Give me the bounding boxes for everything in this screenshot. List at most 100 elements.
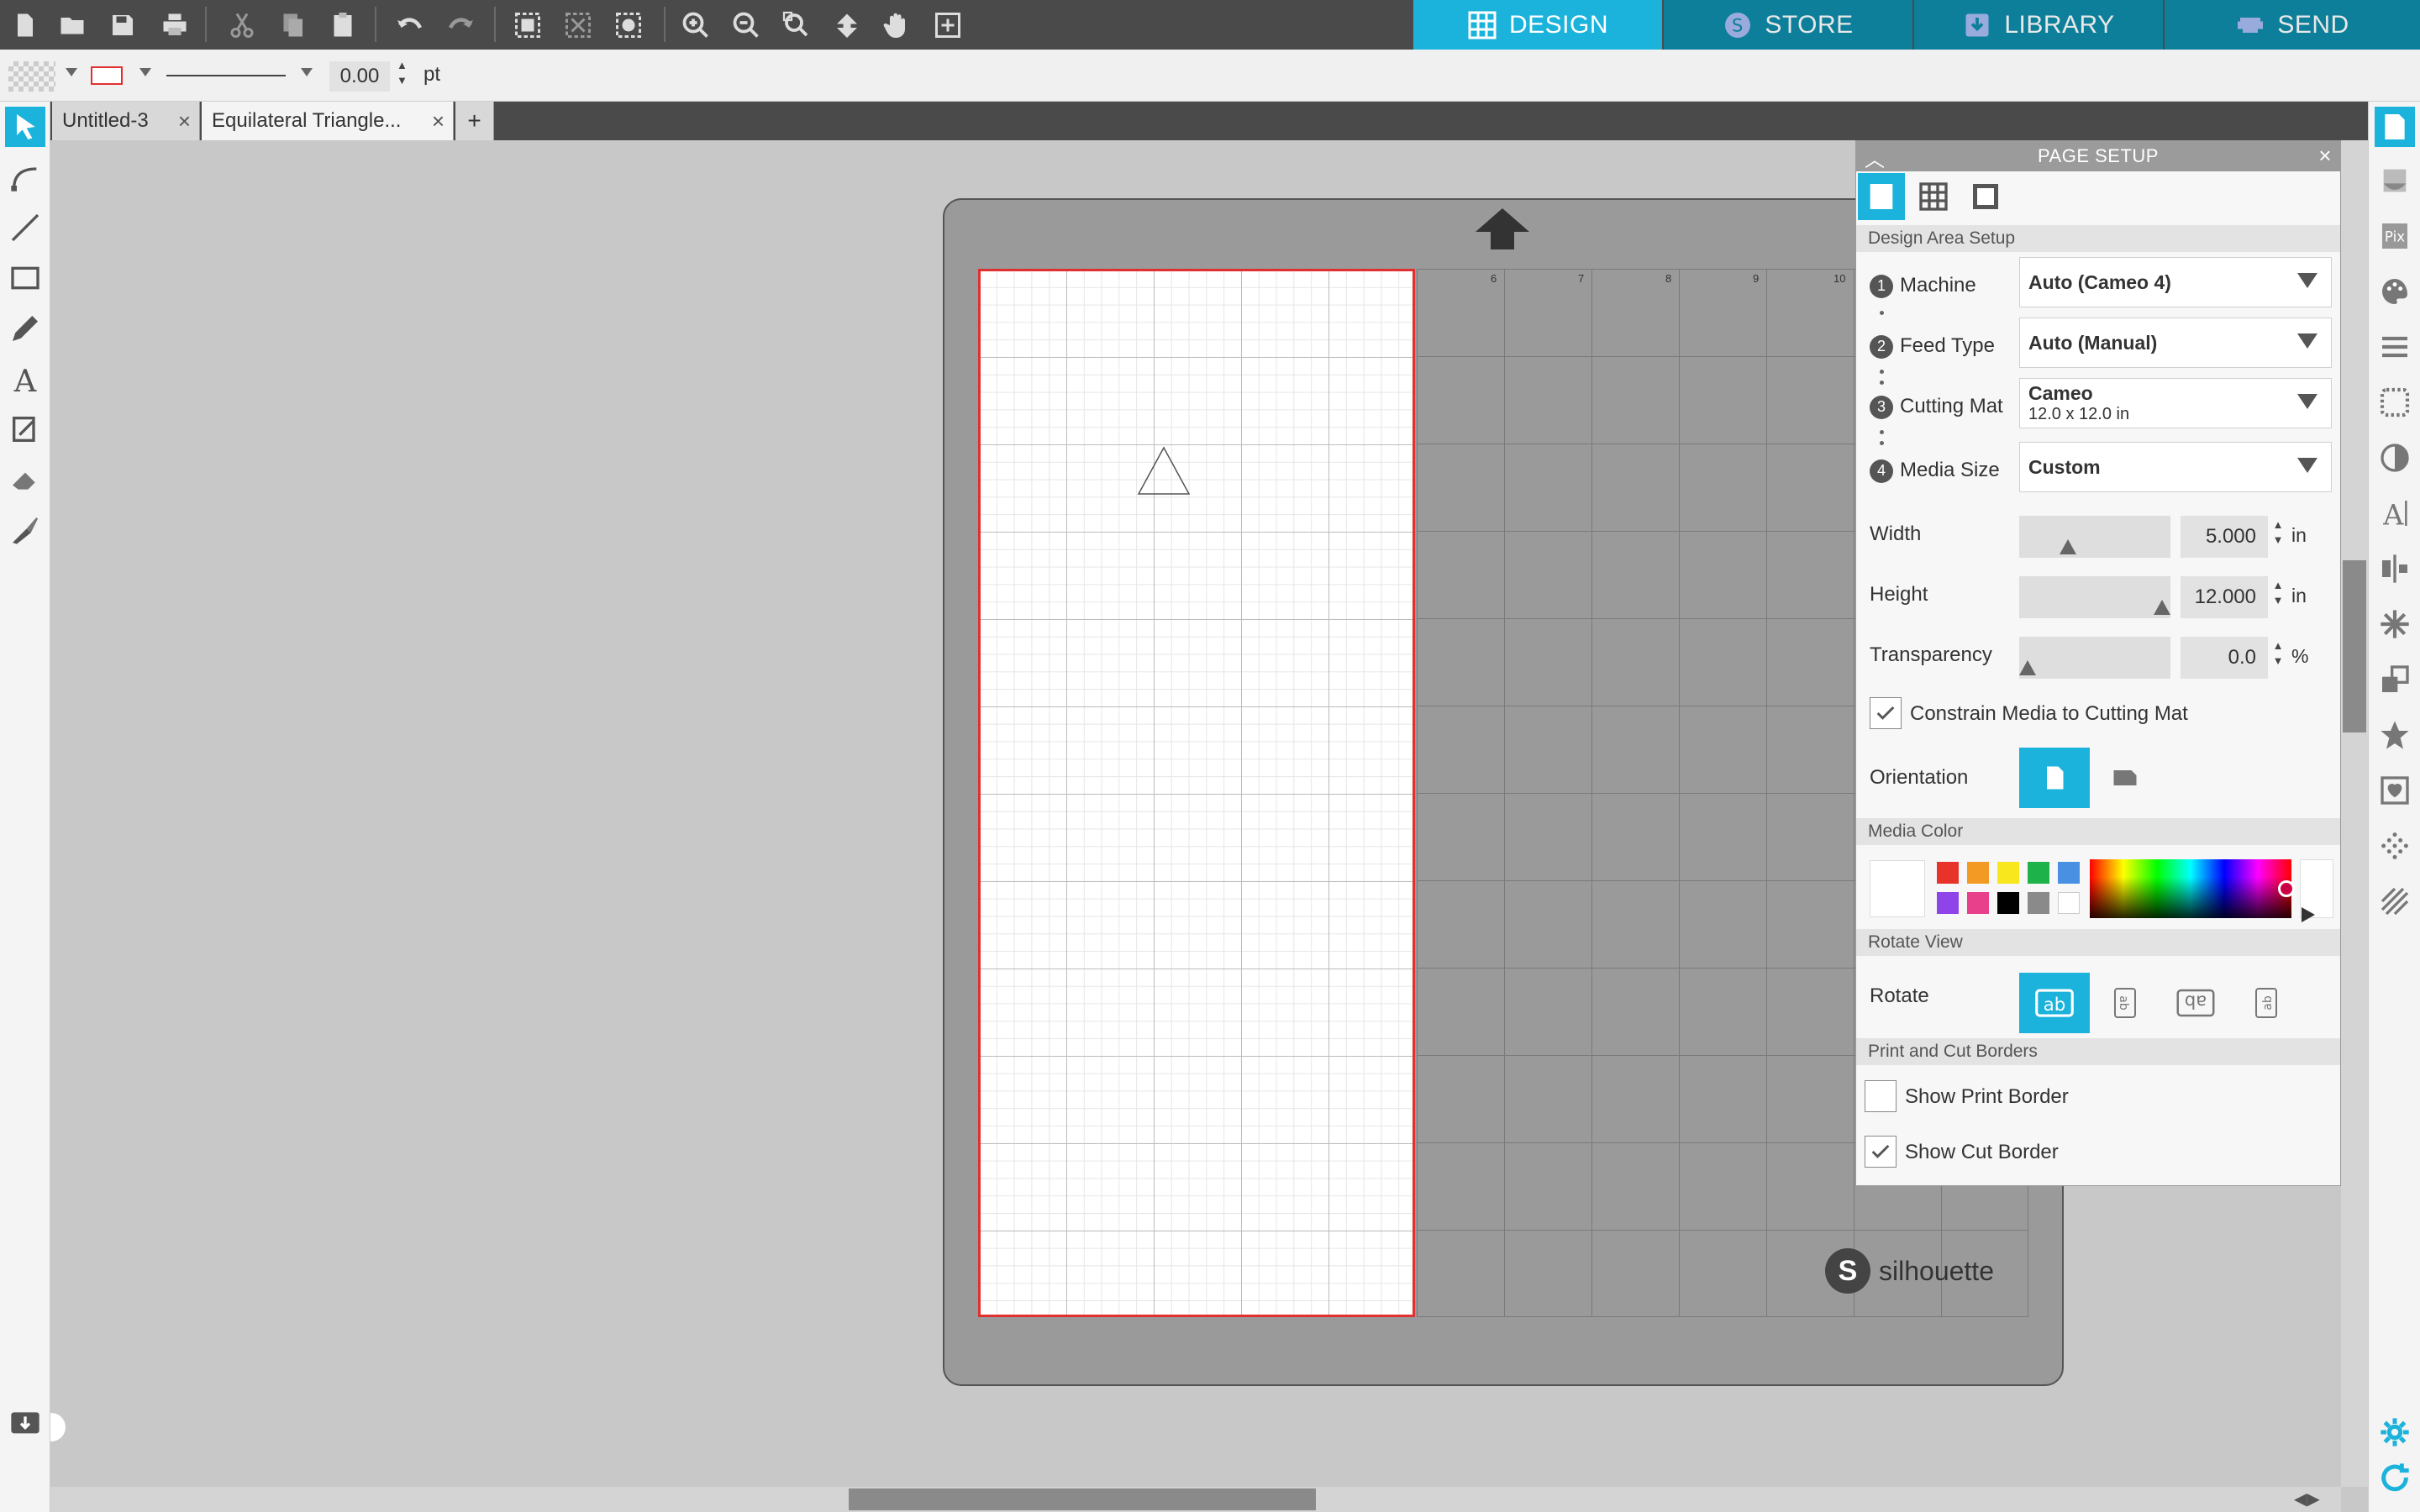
width-input[interactable]: 5.000 (2181, 516, 2268, 558)
feed-type-dropdown[interactable]: Auto (Manual) (2019, 318, 2332, 368)
height-input[interactable]: 12.000 (2181, 576, 2268, 618)
line-tool-icon[interactable] (5, 207, 45, 248)
slider-knob[interactable] (2154, 600, 2170, 615)
vertical-scrollbar[interactable] (2341, 140, 2368, 1487)
color-swatch[interactable] (1997, 862, 2019, 884)
dotted-pattern-icon[interactable] (2375, 826, 2415, 866)
text-tool-icon[interactable]: A (5, 359, 45, 399)
print-icon[interactable] (156, 7, 193, 44)
open-folder-icon[interactable] (54, 7, 91, 44)
save-icon[interactable] (104, 7, 141, 44)
show-cut-border-checkbox[interactable] (1865, 1136, 1897, 1168)
page-setup-tab-icon[interactable] (1858, 173, 1905, 220)
collapse-chevron-icon[interactable]: ︿ (1865, 143, 1886, 172)
library-drawer-icon[interactable] (5, 1402, 45, 1442)
rotate-180-button[interactable]: ab (2160, 973, 2231, 1033)
portrait-orientation-button[interactable] (2019, 748, 2090, 808)
rotate-0-button[interactable]: ab (2019, 973, 2090, 1033)
redo-icon[interactable] (442, 7, 479, 44)
scrollbar-thumb[interactable] (849, 1488, 1316, 1510)
color-swatch[interactable] (1937, 862, 1959, 884)
hatch-pattern-icon[interactable] (2375, 881, 2415, 921)
select-arrow-icon[interactable] (5, 107, 45, 147)
line-style-icon[interactable] (2375, 327, 2415, 367)
fit-page-icon[interactable] (929, 7, 966, 44)
transform-icon[interactable] (2375, 659, 2415, 700)
cut-scissors-icon[interactable] (224, 7, 260, 44)
page-setup-icon[interactable] (2375, 107, 2415, 147)
tab-design[interactable]: DESIGN (1413, 0, 1662, 50)
close-icon[interactable]: × (2318, 143, 2332, 169)
gear-icon[interactable] (2375, 1412, 2415, 1452)
height-slider[interactable] (2019, 576, 2170, 618)
line-width-input[interactable]: 0.00 (329, 61, 390, 92)
constrain-checkbox[interactable] (1870, 697, 1902, 729)
drawer-expand-icon[interactable] (50, 1413, 66, 1441)
close-tab-icon[interactable]: × (178, 108, 191, 134)
pencil-tool-icon[interactable] (5, 308, 45, 349)
line-width-spinner[interactable]: ▲ ▼ (397, 58, 408, 88)
point-edit-icon[interactable] (5, 157, 45, 197)
line-color-dropdown-icon[interactable] (139, 68, 151, 76)
line-style-dropdown-icon[interactable] (301, 68, 313, 76)
width-slider[interactable] (2019, 516, 2170, 558)
paste-icon[interactable] (324, 7, 361, 44)
fill-color-swatch[interactable] (8, 61, 55, 92)
spectrum-picker-handle[interactable] (2278, 880, 2295, 897)
brightness-marker-icon[interactable] (2302, 907, 2315, 922)
send-to-back-icon[interactable] (2375, 160, 2415, 201)
registration-marks-tab-icon[interactable] (1962, 173, 2009, 220)
transparency-spinner[interactable]: ▲ ▼ (2271, 638, 2285, 669)
doc-tab-equilateral-triangle[interactable]: Equilateral Triangle... × (202, 102, 454, 140)
replicate-icon[interactable] (2375, 604, 2415, 644)
tab-store[interactable]: S STORE (1664, 0, 1912, 50)
contrast-icon[interactable] (2375, 438, 2415, 478)
rotate-270-button[interactable]: ab (2231, 973, 2302, 1033)
doc-tab-untitled-3[interactable]: Untitled-3 × (52, 102, 200, 140)
trace-icon[interactable] (2375, 770, 2415, 811)
slider-knob[interactable] (2060, 539, 2076, 554)
draw-to-scale-icon[interactable] (5, 409, 45, 449)
add-tab-button[interactable]: + (455, 102, 494, 140)
pixscan-icon[interactable]: Pix (2375, 216, 2415, 256)
width-spinner[interactable]: ▲ ▼ (2271, 517, 2285, 548)
eraser-tool-icon[interactable] (5, 459, 45, 500)
release-compound-icon[interactable] (610, 7, 647, 44)
close-tab-icon[interactable]: × (432, 108, 445, 134)
copy-icon[interactable] (274, 7, 311, 44)
color-swatch[interactable] (2028, 892, 2049, 914)
zoom-select-icon[interactable] (778, 7, 815, 44)
zoom-out-icon[interactable] (728, 7, 765, 44)
sketch-icon[interactable] (2375, 382, 2415, 423)
hand-pan-icon[interactable] (879, 7, 916, 44)
move-down-icon[interactable] (829, 7, 865, 44)
transparency-input[interactable]: 0.0 (2181, 637, 2268, 679)
line-color-swatch[interactable] (91, 66, 123, 85)
machine-dropdown[interactable]: Auto (Cameo 4) (2019, 257, 2332, 307)
fill-palette-icon[interactable] (2375, 271, 2415, 312)
color-spectrum[interactable] (2090, 859, 2291, 918)
transparency-slider[interactable] (2019, 637, 2170, 679)
triangle-shape[interactable] (1136, 445, 1192, 497)
align-icon[interactable] (2375, 549, 2415, 589)
color-swatch[interactable] (2028, 862, 2049, 884)
star-icon[interactable] (2375, 715, 2415, 755)
knife-tool-icon[interactable] (5, 510, 45, 550)
color-swatch[interactable] (1937, 892, 1959, 914)
slider-knob[interactable] (2019, 660, 2036, 675)
zoom-in-icon[interactable] (677, 7, 714, 44)
cutting-mat-dropdown[interactable]: Cameo 12.0 x 12.0 in (2019, 378, 2332, 428)
color-swatch[interactable] (2058, 892, 2080, 914)
fill-dropdown-icon[interactable] (66, 68, 77, 76)
tab-send[interactable]: SEND (2165, 0, 2420, 50)
new-document-icon[interactable] (7, 7, 44, 44)
color-swatch[interactable] (2058, 862, 2080, 884)
ungroup-icon[interactable] (560, 7, 597, 44)
rotate-90-button[interactable]: ab (2090, 973, 2160, 1033)
horizontal-scrollbar[interactable] (50, 1487, 2341, 1512)
scrollbar-thumb[interactable] (2343, 560, 2366, 732)
undo-icon[interactable] (392, 7, 429, 44)
height-spinner[interactable]: ▲ ▼ (2271, 578, 2285, 608)
landscape-orientation-button[interactable] (2090, 748, 2160, 808)
color-swatch[interactable] (1967, 892, 1989, 914)
